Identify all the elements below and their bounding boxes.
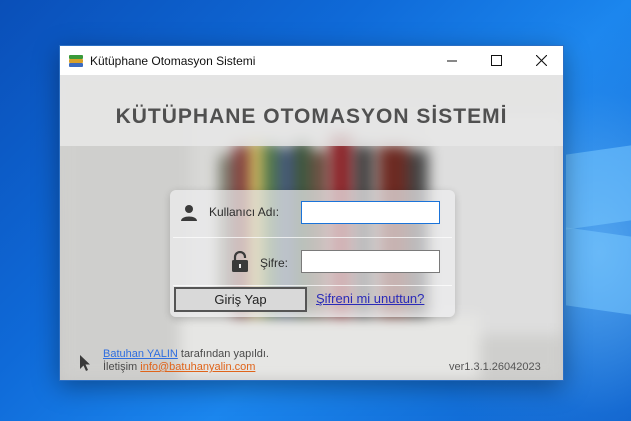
page-title: KÜTÜPHANE OTOMASYON SİSTEMİ: [115, 105, 508, 128]
password-label: Şifre:: [260, 256, 289, 270]
forgot-password-link[interactable]: Şifreni mi unuttun?: [316, 291, 424, 306]
close-button[interactable]: [518, 46, 564, 75]
maximize-button[interactable]: [473, 46, 519, 75]
windows-logo-wallpaper: [566, 145, 631, 320]
mouse-cursor-icon: [80, 355, 90, 371]
login-button[interactable]: Giriş Yap: [174, 287, 307, 312]
divider: [173, 285, 452, 286]
minimize-icon: [447, 60, 457, 61]
minimize-button[interactable]: [429, 46, 475, 75]
books-stack-icon: [68, 53, 84, 69]
lock-icon: [232, 251, 248, 272]
maximize-icon: [490, 55, 502, 66]
close-icon: [535, 55, 547, 66]
footer-author: Batuhan YALIN tarafından yapıldı.: [103, 348, 269, 360]
password-input[interactable]: [301, 250, 440, 273]
footer-contact: İletişim info@batuhanyalin.com: [103, 361, 255, 373]
app-window: Kütüphane Otomasyon Sistemi KÜTÜPHANE OT…: [59, 45, 564, 381]
author-suffix: tarafından yapıldı.: [177, 348, 269, 360]
user-icon: [181, 205, 197, 221]
divider: [173, 237, 452, 238]
author-link[interactable]: Batuhan YALIN: [103, 348, 178, 360]
username-input[interactable]: [301, 201, 440, 224]
username-label: Kullanıcı Adı:: [209, 205, 280, 219]
email-link[interactable]: info@batuhanyalin.com: [140, 361, 255, 373]
login-panel: Kullanıcı Adı: Şifre: Giriş Yap Şifreni …: [170, 190, 455, 317]
version-label: ver1.3.1.26042023: [449, 361, 541, 373]
window-title: Kütüphane Otomasyon Sistemi: [90, 53, 256, 68]
login-screen: KÜTÜPHANE OTOMASYON SİSTEMİ Kullanıcı Ad…: [60, 75, 563, 380]
title-bar[interactable]: Kütüphane Otomasyon Sistemi: [60, 46, 563, 75]
contact-prefix: İletişim: [103, 361, 141, 373]
